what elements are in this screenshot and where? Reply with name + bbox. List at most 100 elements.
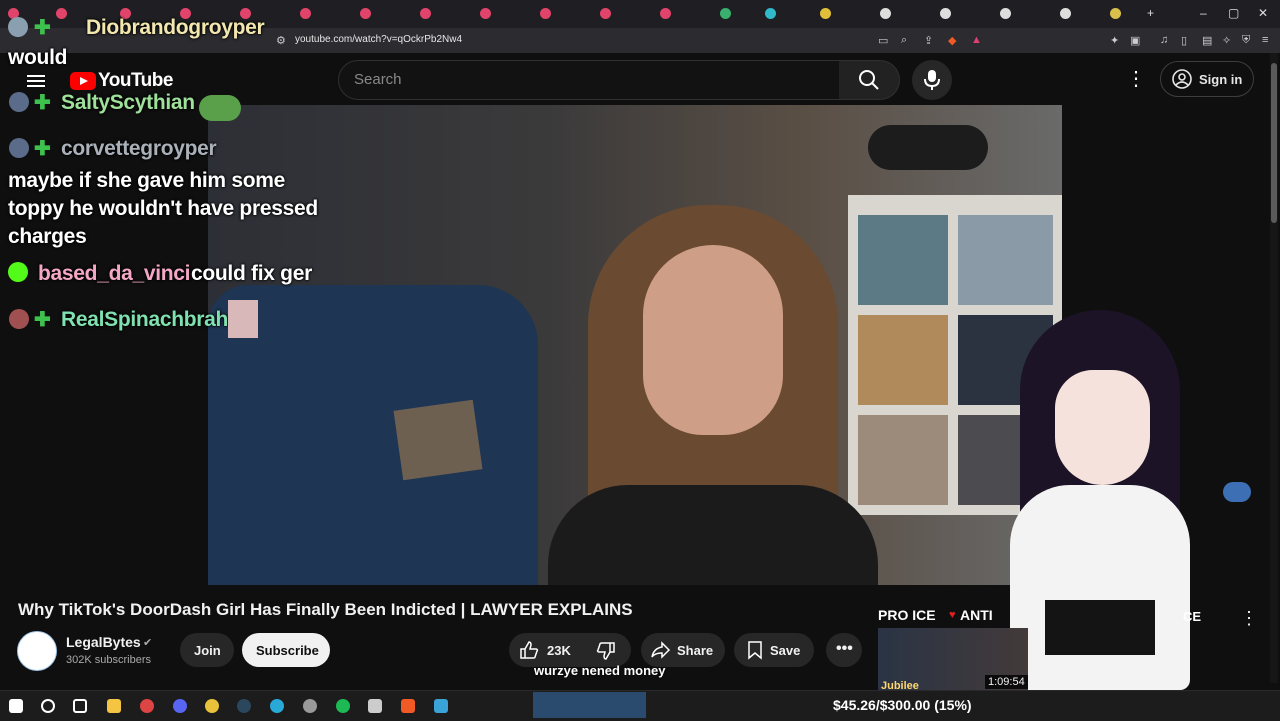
anime-emote bbox=[228, 300, 258, 338]
more-actions-button[interactable]: ••• bbox=[826, 633, 862, 667]
media-icon[interactable]: ♫ bbox=[1160, 34, 1168, 46]
youtube-logo[interactable]: YouTube bbox=[70, 70, 173, 92]
tab-favicon[interactable] bbox=[480, 8, 491, 19]
page-scrollbar[interactable] bbox=[1270, 53, 1278, 683]
user-avatar bbox=[9, 309, 29, 329]
rewards-icon[interactable]: ▲ bbox=[971, 34, 982, 46]
tab-favicon[interactable] bbox=[540, 8, 551, 19]
like-dislike-group: 23K bbox=[509, 633, 631, 667]
tab-favicon[interactable] bbox=[600, 8, 611, 19]
channel-name[interactable]: LegalBytes bbox=[66, 634, 141, 650]
like-count[interactable]: 23K bbox=[547, 643, 571, 658]
app-icon[interactable] bbox=[303, 699, 317, 713]
search-button[interactable] bbox=[839, 60, 900, 100]
voice-search-button[interactable] bbox=[912, 60, 952, 100]
cast-icon[interactable]: ▭ bbox=[878, 34, 888, 47]
video-player[interactable] bbox=[208, 105, 1062, 585]
hamburger-menu-icon[interactable] bbox=[27, 72, 45, 90]
sub-badge-icon: ✚ bbox=[34, 138, 51, 160]
tab-favicon[interactable] bbox=[420, 8, 431, 19]
small-emote bbox=[1223, 482, 1251, 502]
taskbar-search-icon[interactable] bbox=[41, 699, 55, 713]
chat-username: RealSpinachbrah bbox=[61, 308, 229, 331]
thumbs-down-icon[interactable] bbox=[596, 641, 616, 661]
chat-username: based_da_vinci bbox=[38, 262, 191, 285]
channel-avatar[interactable] bbox=[17, 631, 57, 671]
scrollbar-thumb[interactable] bbox=[1271, 63, 1277, 223]
subscribe-button[interactable]: Subscribe bbox=[242, 633, 330, 667]
sub-badge-icon: ✚ bbox=[34, 309, 51, 331]
extensions-icon[interactable]: ✦ bbox=[1110, 34, 1119, 47]
vpn-icon[interactable]: ⛨ bbox=[1242, 34, 1250, 47]
wallet-icon[interactable]: ▤ bbox=[1202, 34, 1212, 47]
brave-shield-icon[interactable]: ◆ bbox=[948, 34, 956, 47]
tab-favicon[interactable] bbox=[765, 8, 776, 19]
share-icon bbox=[651, 641, 671, 659]
zoom-icon[interactable]: ⌕ bbox=[901, 34, 907, 47]
edge-icon[interactable] bbox=[270, 699, 284, 713]
cat-figure bbox=[868, 125, 988, 170]
tab-favicon[interactable] bbox=[660, 8, 671, 19]
sidebar-icon[interactable]: ▯ bbox=[1181, 34, 1187, 47]
tab-favicon[interactable] bbox=[360, 8, 371, 19]
presenter bbox=[548, 205, 878, 585]
subscribe-label: Subscribe bbox=[256, 643, 319, 658]
brave-icon[interactable] bbox=[401, 699, 415, 713]
share-button[interactable]: Share bbox=[641, 633, 725, 667]
close-window-button[interactable]: ✕ bbox=[1258, 6, 1268, 20]
start-icon[interactable] bbox=[9, 699, 23, 713]
tab-favicon[interactable] bbox=[820, 8, 831, 19]
menu-icon[interactable]: ≡ bbox=[1262, 34, 1268, 46]
share-label: Share bbox=[677, 643, 714, 658]
chat-message-text: could fix ger bbox=[191, 262, 312, 285]
donation-goal: $45.26/$300.00 (15%) bbox=[833, 697, 972, 713]
maximize-button[interactable]: ▢ bbox=[1228, 6, 1239, 20]
chat-username: SaltyScythian bbox=[61, 91, 195, 114]
tab-favicon[interactable] bbox=[720, 8, 731, 19]
search-input[interactable]: Search bbox=[338, 60, 840, 100]
verified-icon: ✔ bbox=[143, 637, 153, 649]
app-icon[interactable] bbox=[140, 699, 154, 713]
tab-favicon[interactable] bbox=[1060, 8, 1071, 19]
new-tab-button[interactable]: + bbox=[1147, 6, 1154, 20]
app-icon[interactable] bbox=[434, 699, 448, 713]
heart-icon: ♥ bbox=[949, 609, 956, 621]
save-button[interactable]: Save bbox=[734, 633, 814, 667]
taskbar-active-window[interactable] bbox=[533, 692, 646, 718]
chrome-icon[interactable] bbox=[205, 699, 219, 713]
tab-favicon[interactable] bbox=[56, 8, 67, 19]
bookmark-icon bbox=[748, 641, 762, 660]
stream-caption: wurzye nened money bbox=[534, 663, 666, 678]
minimize-button[interactable]: – bbox=[1200, 6, 1207, 20]
tab-favicon[interactable] bbox=[1000, 8, 1011, 19]
task-view-icon[interactable] bbox=[73, 699, 87, 713]
screenshot-icon[interactable]: ▣ bbox=[1130, 34, 1140, 47]
sign-in-button[interactable]: Sign in bbox=[1160, 61, 1254, 97]
spotify-icon[interactable] bbox=[336, 699, 350, 713]
chat-message-text: would bbox=[8, 46, 68, 69]
more-options-icon[interactable]: ⋮ bbox=[1126, 66, 1146, 91]
tab-favicon[interactable] bbox=[940, 8, 951, 19]
url-field[interactable]: youtube.com/watch?v=qOckrPb2Nw4 bbox=[295, 34, 462, 45]
app-icon[interactable] bbox=[368, 699, 382, 713]
steam-icon[interactable] bbox=[237, 699, 251, 713]
sign-in-label: Sign in bbox=[1199, 72, 1243, 87]
tab-favicon[interactable] bbox=[300, 8, 311, 19]
site-settings-icon[interactable]: ⚙ bbox=[276, 34, 286, 47]
tab-favicon[interactable] bbox=[880, 8, 891, 19]
user-avatar bbox=[8, 17, 28, 37]
kick-badge-icon bbox=[8, 262, 28, 282]
youtube-wordmark: YouTube bbox=[98, 70, 173, 91]
thumbs-up-icon[interactable] bbox=[519, 640, 539, 660]
discord-icon[interactable] bbox=[173, 699, 187, 713]
file-explorer-icon[interactable] bbox=[107, 699, 121, 713]
more-horizontal-icon: ••• bbox=[836, 640, 853, 657]
join-button[interactable]: Join bbox=[180, 633, 234, 667]
user-avatar bbox=[9, 92, 29, 112]
leo-icon[interactable]: ✧ bbox=[1222, 34, 1231, 47]
side-video-headline: PRO ICE bbox=[878, 607, 936, 623]
tab-favicon[interactable] bbox=[1110, 8, 1121, 19]
side-video-more-icon[interactable]: ⋮ bbox=[1240, 608, 1258, 629]
microphone-icon bbox=[924, 70, 940, 90]
share-page-icon[interactable]: ⇪ bbox=[924, 34, 933, 47]
